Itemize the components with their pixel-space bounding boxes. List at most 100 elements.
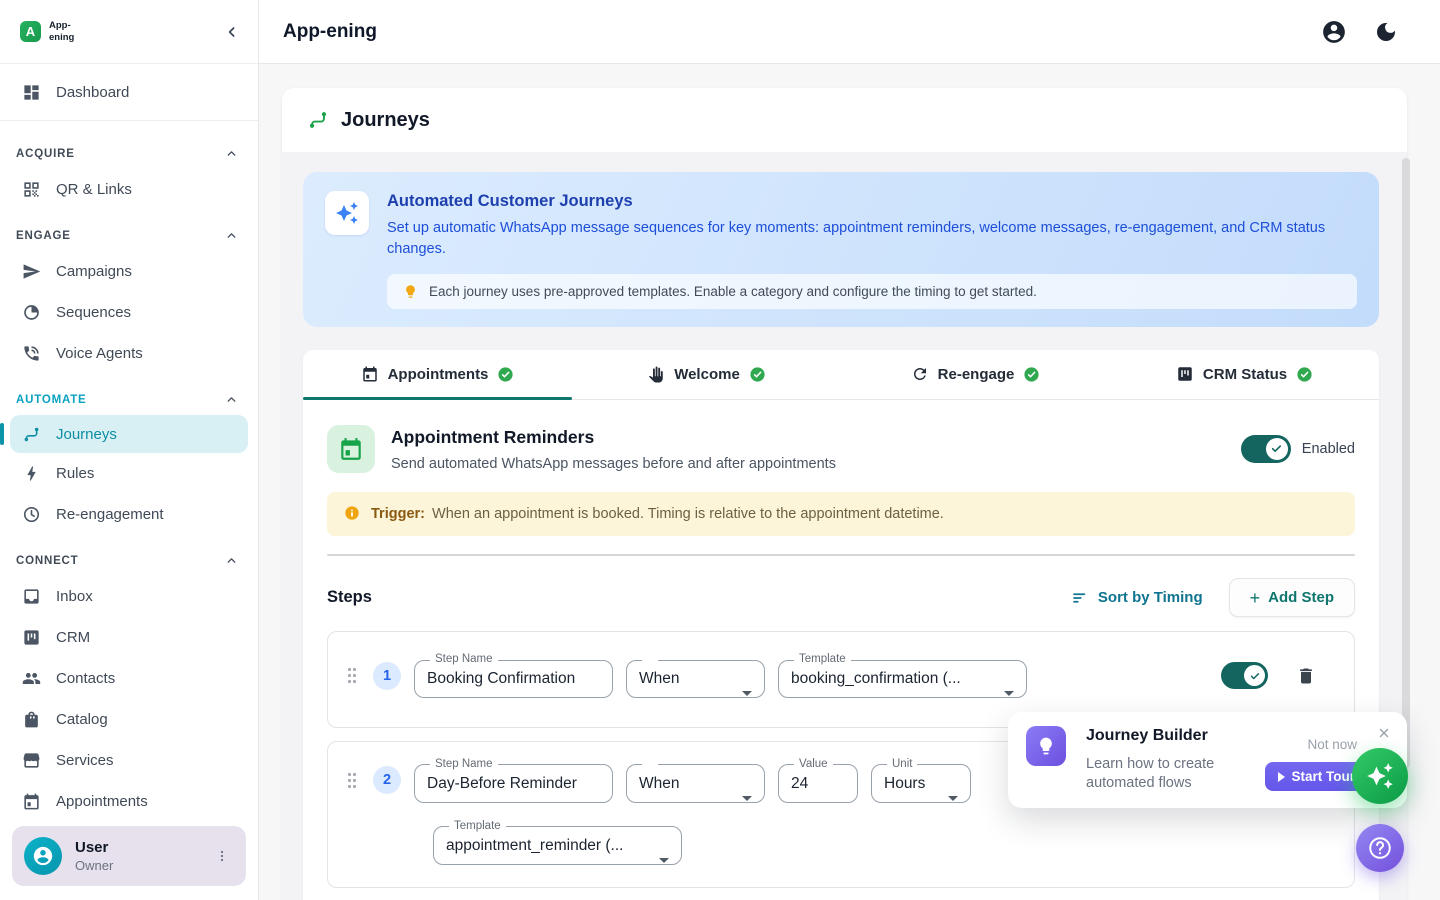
dropdown-caret-icon <box>1004 691 1014 696</box>
bolt-icon <box>22 464 41 483</box>
sidebar-item-label: Rules <box>56 465 94 482</box>
app-title: App-ening <box>283 21 377 43</box>
sidebar-item-qr-links[interactable]: QR & Links <box>0 169 258 210</box>
enabled-toggle[interactable] <box>1241 435 1291 463</box>
sidebar-item-label: Journeys <box>56 426 117 443</box>
account-icon[interactable] <box>1321 19 1347 45</box>
ai-assistant-fab[interactable] <box>1352 748 1408 804</box>
sidebar-item-services[interactable]: Services <box>0 740 258 781</box>
sidebar-item-rules[interactable]: Rules <box>0 453 258 494</box>
sidebar-item-label: Campaigns <box>56 263 132 280</box>
route-icon <box>307 109 329 131</box>
calendar-icon <box>338 436 364 462</box>
help-fab[interactable] <box>1356 824 1404 872</box>
play-icon <box>1278 772 1285 782</box>
user-menu-kebab-icon[interactable] <box>210 844 234 868</box>
clock-icon <box>22 505 41 524</box>
sidebar-item-sequences[interactable]: Sequences <box>0 292 258 333</box>
section-connect[interactable]: CONNECT <box>0 535 258 576</box>
lightbulb-icon <box>1036 736 1056 756</box>
step-name-field[interactable]: Step Name Day-Before Reminder <box>414 758 613 803</box>
sidebar-item-label: Re-engagement <box>56 506 164 523</box>
sidebar-item-appointments[interactable]: Appointments <box>0 781 258 816</box>
sidebar-item-label: Voice Agents <box>56 345 143 362</box>
banner-tip: Each journey uses pre-approved templates… <box>387 274 1357 309</box>
section-automate[interactable]: AUTOMATE <box>0 374 258 415</box>
tabs-card: Appointments Welcome Re-engage <box>303 350 1379 900</box>
tab-re-engage[interactable]: Re-engage <box>841 350 1110 399</box>
shopping-bag-icon <box>22 710 41 729</box>
check-circle-icon <box>749 366 766 383</box>
tab-crm-status[interactable]: CRM Status <box>1110 350 1379 399</box>
section-engage[interactable]: ENGAGE <box>0 210 258 251</box>
when-select[interactable]: When <box>626 758 765 803</box>
value-field[interactable]: Value 24 <box>778 758 858 803</box>
refresh-icon <box>911 365 929 383</box>
when-select[interactable]: When <box>626 653 765 698</box>
send-icon <box>22 262 41 281</box>
banner-description: Set up automatic WhatsApp message sequen… <box>387 218 1357 261</box>
close-icon[interactable] <box>1375 724 1393 742</box>
sparkles-tile <box>325 191 369 235</box>
template-select[interactable]: Template appointment_reminder (... <box>433 820 682 865</box>
user-info: User Owner <box>75 839 113 873</box>
person-icon <box>32 845 54 867</box>
sparkles-icon <box>335 201 359 225</box>
check-icon <box>1270 442 1283 455</box>
template-select[interactable]: Template booking_confirmation (... <box>778 653 1027 698</box>
route-icon <box>22 425 41 444</box>
trigger-label: Trigger: <box>371 506 425 522</box>
unit-select[interactable]: Unit Hours <box>871 758 971 803</box>
check-circle-icon <box>497 366 514 383</box>
tab-appointments[interactable]: Appointments <box>303 350 572 399</box>
sidebar-item-crm[interactable]: CRM <box>0 617 258 658</box>
sidebar-item-voice-agents[interactable]: Voice Agents <box>0 333 258 374</box>
sidebar-item-inbox[interactable]: Inbox <box>0 576 258 617</box>
toggle-knob <box>1266 438 1288 460</box>
sort-by-timing-button[interactable]: Sort by Timing <box>1071 589 1203 607</box>
tab-bar: Appointments Welcome Re-engage <box>303 350 1379 400</box>
check-circle-icon <box>1023 366 1040 383</box>
sidebar-item-label: Services <box>56 752 114 769</box>
journey-builder-toast: Journey Builder Learn how to create auto… <box>1008 712 1407 808</box>
sidebar-item-label: CRM <box>56 629 90 646</box>
calendar-icon <box>22 792 41 811</box>
dropdown-caret-icon <box>742 691 752 696</box>
toggle-label: Enabled <box>1302 441 1355 457</box>
scrollbar-thumb[interactable] <box>1402 158 1410 768</box>
step-toggle[interactable] <box>1221 662 1268 689</box>
question-circle-icon <box>1367 835 1393 861</box>
not-now-button[interactable]: Not now <box>1307 737 1357 752</box>
sidebar-item-journeys[interactable]: Journeys <box>10 415 248 453</box>
appointments-panel: Appointment Reminders Send automated Wha… <box>303 400 1379 900</box>
delete-step-icon[interactable] <box>1296 666 1316 686</box>
drag-handle-icon[interactable] <box>344 769 360 792</box>
trigger-notice: Trigger: When an appointment is booked. … <box>327 492 1355 536</box>
user-name: User <box>75 839 113 856</box>
sidebar-item-contacts[interactable]: Contacts <box>0 658 258 699</box>
step-name-field[interactable]: Step Name Booking Confirmation <box>414 653 613 698</box>
sidebar-item-label: QR & Links <box>56 181 132 198</box>
calendar-tile <box>327 425 375 473</box>
info-banner: Automated Customer Journeys Set up autom… <box>303 172 1379 327</box>
reminder-title: Appointment Reminders <box>391 427 836 448</box>
page-header: Journeys <box>282 88 1407 152</box>
drag-handle-icon[interactable] <box>344 664 360 687</box>
section-acquire[interactable]: ACQUIRE <box>0 128 258 169</box>
sidebar-item-catalog[interactable]: Catalog <box>0 699 258 740</box>
lightbulb-icon <box>403 284 418 299</box>
kanban-icon <box>1176 365 1194 383</box>
chevron-up-icon <box>225 229 238 242</box>
add-step-button[interactable]: + Add Step <box>1229 578 1355 617</box>
sidebar-nav: Dashboard ACQUIRE QR & Links ENGAGE Camp… <box>0 64 258 816</box>
dark-mode-moon-icon[interactable] <box>1374 20 1398 44</box>
collapse-sidebar-icon[interactable] <box>224 24 240 40</box>
app-logo: A <box>20 21 41 42</box>
toast-title: Journey Builder <box>1086 727 1208 745</box>
sidebar-item-campaigns[interactable]: Campaigns <box>0 251 258 292</box>
phone-talk-icon <box>22 344 41 363</box>
tab-welcome[interactable]: Welcome <box>572 350 841 399</box>
sidebar-item-dashboard[interactable]: Dashboard <box>0 72 258 113</box>
sidebar-item-re-engagement[interactable]: Re-engagement <box>0 494 258 535</box>
plus-icon: + <box>1250 589 1261 607</box>
